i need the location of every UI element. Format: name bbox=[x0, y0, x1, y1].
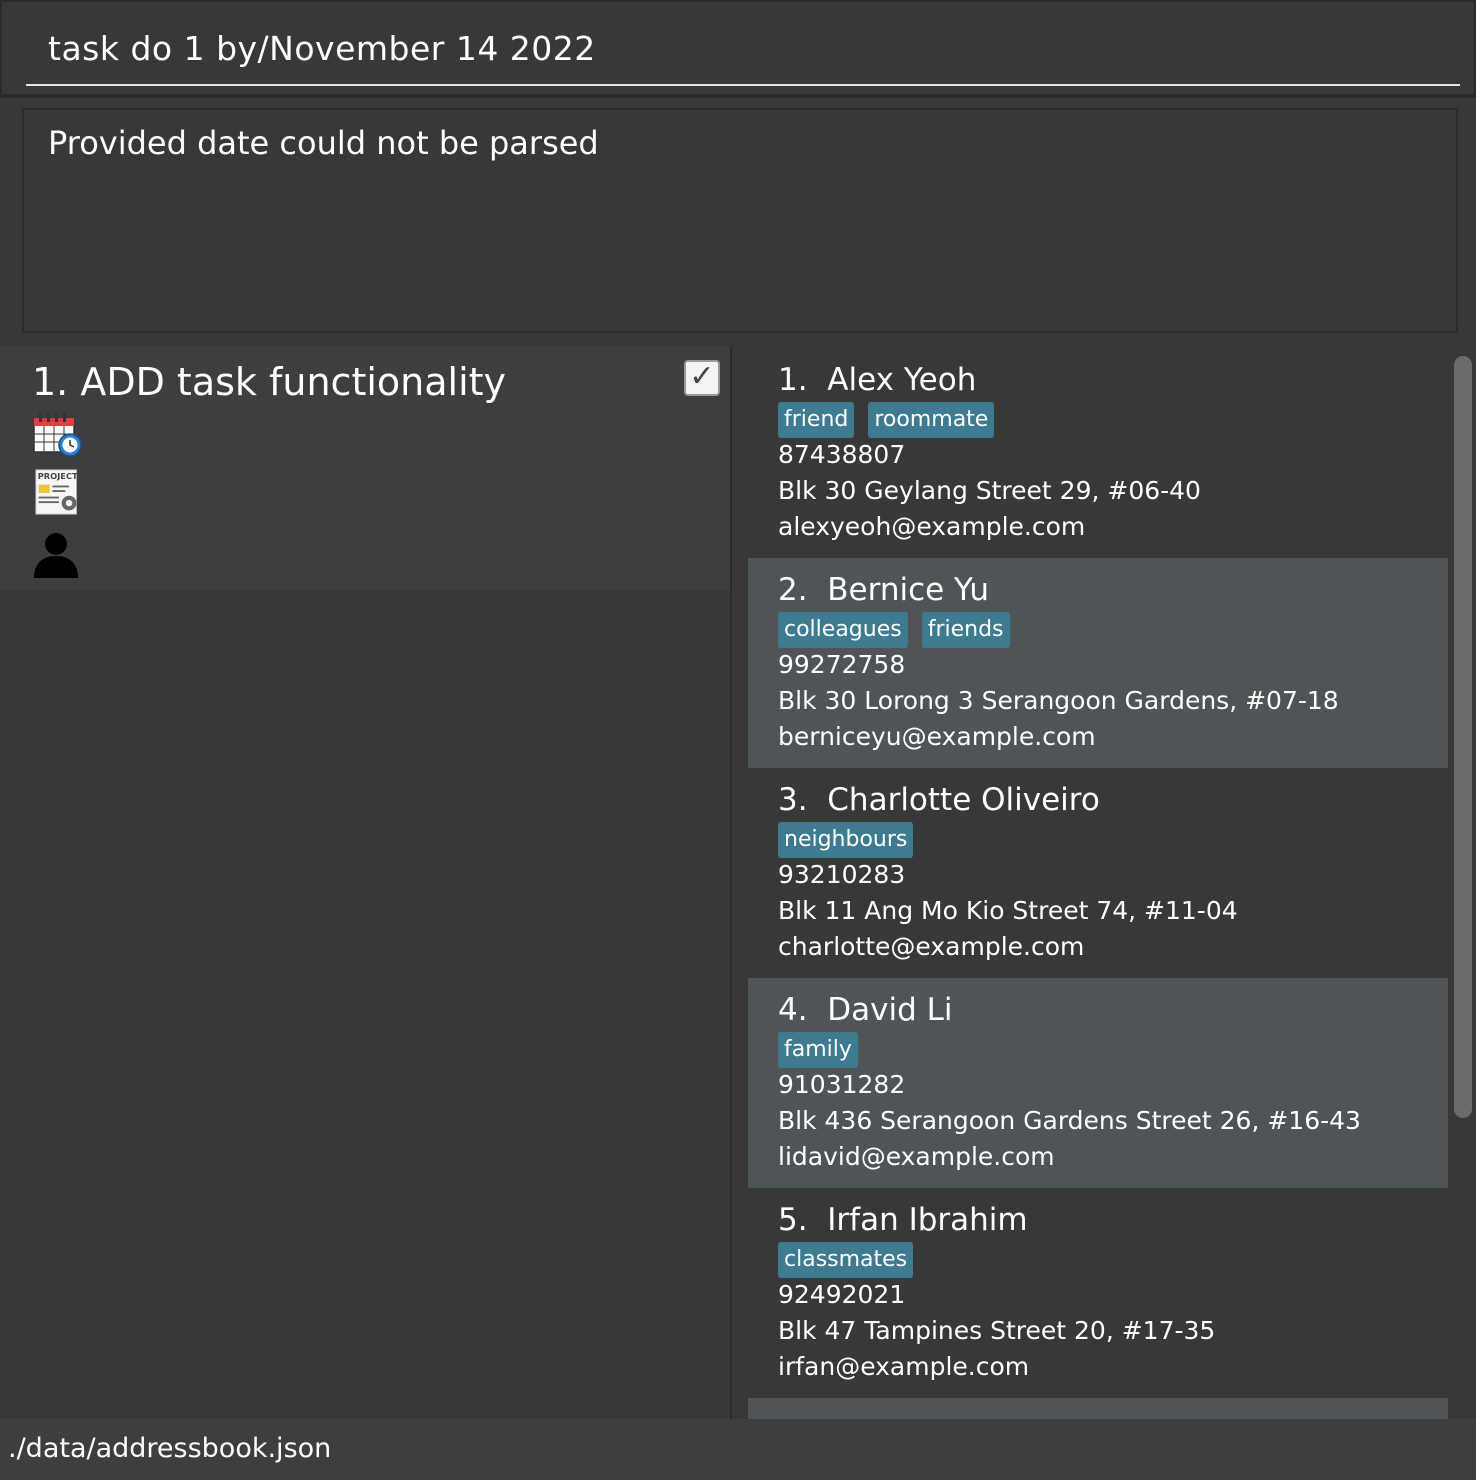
person-name: 5. Irfan Ibrahim bbox=[778, 1202, 1028, 1238]
tag: roommate bbox=[868, 402, 995, 438]
person-list-panel[interactable]: 1. Alex Yeoh friend roommate 87438807 Bl… bbox=[734, 346, 1476, 1419]
task-done-checkbox[interactable]: ✓ bbox=[684, 360, 720, 396]
tag-list: friend roommate bbox=[778, 402, 995, 438]
person-address: Blk 30 Geylang Street 29, #06-40 bbox=[778, 476, 1201, 505]
tag: colleagues bbox=[778, 612, 908, 648]
person-name: 3. Charlotte Oliveiro bbox=[778, 782, 1100, 818]
tag: neighbours bbox=[778, 822, 914, 858]
person-phone: 93210283 bbox=[778, 860, 906, 889]
person-email: irfan@example.com bbox=[778, 1352, 1030, 1381]
person-phone: 91031282 bbox=[778, 1070, 906, 1099]
person-name: 4. David Li bbox=[778, 992, 953, 1028]
person-address: Blk 30 Lorong 3 Serangoon Gardens, #07-1… bbox=[778, 686, 1339, 715]
person-email: alexyeoh@example.com bbox=[778, 512, 1086, 541]
person-phone: 87438807 bbox=[778, 440, 906, 469]
result-display: Provided date could not be parsed bbox=[22, 108, 1458, 333]
person-address: Blk 11 Ang Mo Kio Street 74, #11-04 bbox=[778, 896, 1238, 925]
tag: family bbox=[778, 1032, 858, 1068]
person-card-partial[interactable] bbox=[748, 1398, 1448, 1419]
person-card[interactable]: 1. Alex Yeoh friend roommate 87438807 Bl… bbox=[748, 348, 1448, 558]
command-input[interactable]: task do 1 by/November 14 2022 bbox=[26, 14, 1460, 86]
tag: friend bbox=[778, 402, 855, 438]
project-document-icon: PROJECT bbox=[35, 469, 78, 515]
command-box-area: task do 1 by/November 14 2022 bbox=[0, 0, 1476, 96]
person-name: 1. Alex Yeoh bbox=[778, 362, 977, 398]
person-phone: 99272758 bbox=[778, 650, 906, 679]
tag: friends bbox=[921, 612, 1010, 648]
svg-text:PROJECT: PROJECT bbox=[38, 471, 78, 481]
person-card[interactable]: 2. Bernice Yu colleagues friends 9927275… bbox=[748, 558, 1448, 768]
person-icon bbox=[34, 533, 78, 578]
calendar-clock-icon bbox=[33, 413, 82, 457]
task-title: 1. ADD task functionality bbox=[32, 360, 507, 404]
task-list-panel[interactable]: 1. ADD task functionality ✓ PROJECT bbox=[0, 346, 732, 1419]
person-email: lidavid@example.com bbox=[778, 1142, 1055, 1171]
person-address: Blk 47 Tampines Street 20, #17-35 bbox=[778, 1316, 1216, 1345]
person-card[interactable]: 3. Charlotte Oliveiro neighbours 9321028… bbox=[748, 768, 1448, 978]
person-card[interactable]: 4. David Li family 91031282 Blk 436 Sera… bbox=[748, 978, 1448, 1188]
result-display-area: Provided date could not be parsed bbox=[0, 98, 1476, 346]
person-email: charlotte@example.com bbox=[778, 932, 1085, 961]
tag: classmates bbox=[778, 1242, 914, 1278]
status-bar-save-location: ./data/addressbook.json bbox=[0, 1419, 1476, 1480]
tag-list: colleagues friends bbox=[778, 612, 1010, 648]
tag-list: neighbours bbox=[778, 822, 914, 858]
task-card[interactable]: 1. ADD task functionality ✓ PROJECT bbox=[0, 346, 730, 590]
scrollbar-thumb[interactable] bbox=[1454, 356, 1472, 1118]
tag-list: classmates bbox=[778, 1242, 914, 1278]
person-list-scrollbar[interactable] bbox=[1452, 354, 1474, 1120]
person-email: berniceyu@example.com bbox=[778, 722, 1096, 751]
tag-list: family bbox=[778, 1032, 858, 1068]
person-phone: 92492021 bbox=[778, 1280, 906, 1309]
person-card[interactable]: 5. Irfan Ibrahim classmates 92492021 Blk… bbox=[748, 1188, 1448, 1398]
person-address: Blk 436 Serangoon Gardens Street 26, #16… bbox=[778, 1106, 1361, 1135]
person-name: 2. Bernice Yu bbox=[778, 572, 990, 608]
